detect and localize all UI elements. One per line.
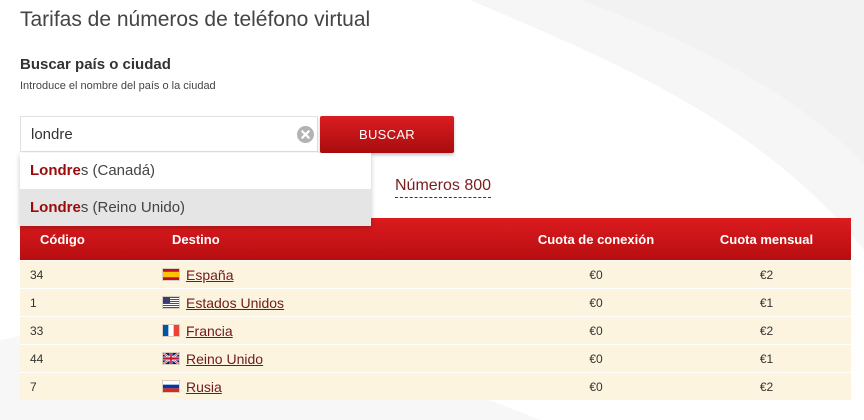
russia-flag-icon — [163, 381, 179, 392]
header-destination: Destino — [172, 231, 220, 247]
search-hint: Introduce el nombre del país o la ciudad — [20, 80, 216, 92]
connection-fee: €0 — [589, 267, 603, 282]
table-row: 7 Rusia €0 €2 — [20, 372, 851, 400]
row-destination: Francia — [160, 323, 510, 339]
monthly-fee: €2 — [759, 267, 774, 282]
france-flag-icon — [163, 325, 179, 336]
suggestion-rest: s (Canadá) — [80, 162, 156, 179]
search-heading: Buscar país o ciudad — [20, 56, 171, 73]
suggestion-item[interactable]: Londres (Canadá) — [20, 153, 371, 189]
row-code: 1 — [30, 295, 37, 310]
header-code: Código — [40, 231, 85, 247]
destination-link[interactable]: Estados Unidos — [186, 295, 284, 311]
row-code: 34 — [30, 267, 44, 282]
suggestion-item[interactable]: Londres (Reino Unido) — [20, 189, 371, 226]
table-row: 33 Francia €0 €2 — [20, 316, 851, 344]
row-code: 33 — [30, 323, 44, 338]
row-code: 44 — [30, 351, 44, 366]
header-connection-fee: Cuota de conexión — [537, 231, 655, 247]
suggestion-match: Londre — [30, 162, 81, 179]
row-destination: Reino Unido — [160, 351, 510, 367]
destination-link[interactable]: España — [186, 267, 233, 283]
table-row: 44 Reino Unido €0 €1 — [20, 344, 851, 372]
monthly-fee: €1 — [759, 295, 774, 310]
table-row: 34 España €0 €2 — [20, 260, 851, 288]
monthly-fee: €2 — [759, 323, 774, 338]
page-title: Tarifas de números de teléfono virtual — [20, 8, 371, 31]
row-code: 7 — [30, 379, 37, 394]
search-box — [20, 116, 318, 152]
monthly-fee: €1 — [759, 351, 774, 366]
row-destination: España — [160, 267, 510, 283]
monthly-fee: €2 — [759, 379, 774, 394]
spain-flag-icon — [163, 269, 179, 280]
destination-link[interactable]: Rusia — [186, 379, 222, 395]
destination-link[interactable]: Francia — [186, 323, 233, 339]
autocomplete-dropdown: Londres (Canadá) Londres (Reino Unido) — [20, 153, 371, 226]
clear-icon[interactable] — [297, 126, 314, 143]
uk-flag-icon — [163, 353, 179, 364]
row-destination: Rusia — [160, 379, 510, 395]
connection-fee: €0 — [589, 379, 603, 394]
connection-fee: €0 — [589, 295, 603, 310]
connection-fee: €0 — [589, 323, 603, 338]
numbers-800-link[interactable]: Números 800 — [395, 176, 492, 198]
search-button[interactable]: BUSCAR — [320, 116, 454, 153]
row-destination: Estados Unidos — [160, 295, 510, 311]
search-input[interactable] — [31, 117, 289, 151]
table-row: 1 Estados Unidos €0 €1 — [20, 288, 851, 316]
usa-flag-icon — [163, 297, 179, 308]
connection-fee: €0 — [589, 351, 603, 366]
destination-link[interactable]: Reino Unido — [186, 351, 263, 367]
rates-table: Código Destino Cuota de conexión Cuota m… — [20, 218, 851, 400]
header-monthly-fee: Cuota mensual — [719, 231, 814, 247]
suggestion-match: Londre — [30, 199, 81, 216]
suggestion-rest: s (Reino Unido) — [80, 199, 186, 216]
